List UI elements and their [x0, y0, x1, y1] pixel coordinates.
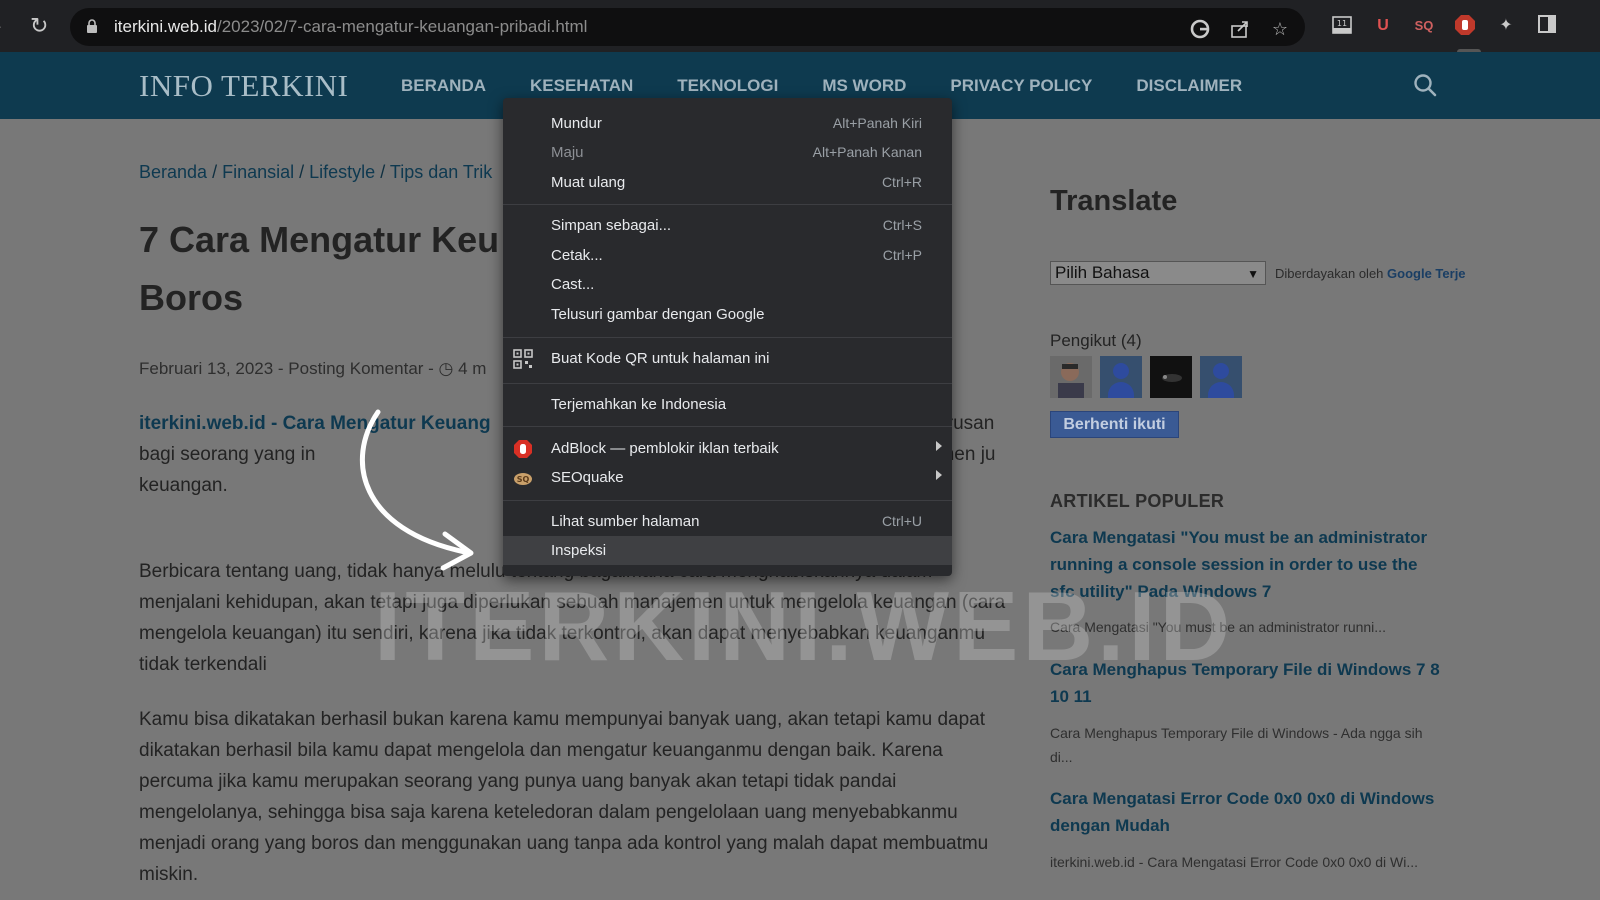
svg-text:SQ: SQ: [517, 475, 530, 484]
submenu-arrow-icon: [936, 441, 942, 451]
search-icon[interactable]: [1412, 72, 1438, 98]
breadcrumb-tips-dan-trik[interactable]: Tips dan Trik: [390, 162, 492, 182]
ctx-search-image-google[interactable]: Telusuri gambar dengan Google: [503, 300, 952, 329]
menu-teknologi[interactable]: TEKNOLOGI: [677, 76, 778, 96]
address-bar[interactable]: iterkini.web.id/2023/02/7-cara-mengatur-…: [70, 8, 1305, 46]
bookmark-star-icon[interactable]: ☆: [1269, 18, 1291, 40]
avatar[interactable]: [1200, 356, 1242, 398]
svg-text:11: 11: [1337, 19, 1347, 28]
curved-arrow-icon: [359, 409, 474, 571]
breadcrumb-beranda[interactable]: Beranda: [139, 162, 207, 182]
seoquake-icon: SQ: [514, 473, 532, 485]
breadcrumb: Beranda / Finansial / Lifestyle / Tips d…: [139, 162, 493, 182]
menu-divider: [503, 337, 952, 338]
submenu-arrow-icon: [936, 470, 942, 480]
adblock-extension-icon[interactable]: 3: [1453, 14, 1481, 73]
avatar[interactable]: [1050, 356, 1092, 398]
language-select[interactable]: Pilih Bahasa ▼: [1050, 261, 1266, 285]
ctx-create-qr-code[interactable]: Buat Kode QR untuk halaman ini: [503, 344, 952, 373]
url-text[interactable]: iterkini.web.id/2023/02/7-cara-mengatur-…: [114, 17, 587, 37]
share-icon[interactable]: [1229, 18, 1251, 40]
google-lens-icon[interactable]: [1189, 18, 1211, 40]
menu-beranda[interactable]: BERANDA: [401, 76, 486, 96]
watermark: ITERKINI.WEB.ID: [374, 571, 1235, 681]
popular-articles-title: ARTIKEL POPULER: [1050, 491, 1225, 511]
ctx-cast[interactable]: Cast...: [503, 270, 952, 299]
menu-disclaimer[interactable]: DISCLAIMER: [1136, 76, 1242, 96]
forward-icon[interactable]: ›: [0, 14, 1, 38]
popular-article-snippet: Cara Menghapus Temporary File di Windows…: [1050, 725, 1423, 765]
site-logo[interactable]: INFO TERKINI: [139, 68, 349, 104]
browser-toolbar: › ↻ iterkini.web.id/2023/02/7-cara-menga…: [0, 0, 1600, 73]
ublock-extension-icon[interactable]: U: [1371, 14, 1395, 38]
unfollow-button[interactable]: Berhenti ikuti: [1050, 411, 1179, 438]
ctx-forward: Maju Alt+Panah Kanan: [551, 144, 922, 161]
calendar-extension-icon[interactable]: 11: [1330, 14, 1354, 38]
menu-privacy-policy[interactable]: PRIVACY POLICY: [950, 76, 1092, 96]
menu-divider: [503, 500, 952, 501]
ctx-adblock[interactable]: AdBlock — pemblokir iklan terbaik: [503, 434, 952, 463]
lock-icon: [87, 19, 97, 33]
translate-title: Translate: [1050, 185, 1178, 217]
menu-ms-word[interactable]: MS WORD: [822, 76, 906, 96]
qr-code-icon: [513, 349, 533, 369]
ctx-reload[interactable]: Muat ulang Ctrl+R: [503, 168, 952, 197]
menu-divider: [503, 426, 952, 427]
menu-divider: [503, 204, 952, 205]
side-panel-icon[interactable]: [1535, 14, 1559, 38]
followers-list: [1050, 356, 1242, 398]
powered-by-google: Diberdayakan oleh Google Terje: [1275, 266, 1466, 281]
ctx-seoquake[interactable]: SQ SEOquake: [503, 463, 952, 492]
menu-kesehatan[interactable]: KESEHATAN: [530, 76, 633, 96]
breadcrumb-lifestyle[interactable]: Lifestyle: [309, 162, 375, 182]
followers-title: Pengikut (4): [1050, 331, 1142, 350]
ctx-back[interactable]: Mundur Alt+Panah Kiri: [503, 109, 952, 138]
popular-article-link[interactable]: Cara Mengatasi Error Code 0x0 0x0 di Win…: [1050, 785, 1440, 839]
breadcrumb-finansial[interactable]: Finansial: [222, 162, 294, 182]
reload-icon[interactable]: ↻: [30, 14, 48, 38]
menu-divider: [503, 383, 952, 384]
avatar[interactable]: [1150, 356, 1192, 398]
ctx-translate[interactable]: Terjemahkan ke Indonesia: [503, 390, 952, 419]
post-title: 7 Cara Mengatur Keu Boros: [139, 219, 500, 318]
ctx-save-as[interactable]: Simpan sebagai... Ctrl+S: [503, 211, 952, 240]
adblock-icon: [514, 440, 532, 458]
avatar[interactable]: [1100, 356, 1142, 398]
seoquake-extension-icon[interactable]: SQ: [1412, 14, 1436, 38]
main-menu: BERANDA KESEHATAN TEKNOLOGI MS WORD PRIV…: [401, 76, 1286, 96]
ctx-inspect[interactable]: Inspeksi: [503, 536, 952, 565]
ctx-view-source[interactable]: Lihat sumber halaman Ctrl+U: [503, 507, 952, 536]
ctx-print[interactable]: Cetak... Ctrl+P: [503, 241, 952, 270]
post-meta: Februari 13, 2023 - Posting Komentar - ◷…: [139, 359, 487, 378]
context-menu: Mundur Alt+Panah Kiri Maju Alt+Panah Kan…: [503, 98, 952, 576]
extensions-puzzle-icon[interactable]: ✦: [1494, 14, 1518, 38]
chevron-down-icon: ▼: [1247, 267, 1259, 281]
article-paragraph-3: Kamu bisa dikatakan berhasil bukan karen…: [139, 709, 989, 885]
popular-article-snippet: iterkini.web.id - Cara Mengatasi Error C…: [1050, 854, 1419, 870]
